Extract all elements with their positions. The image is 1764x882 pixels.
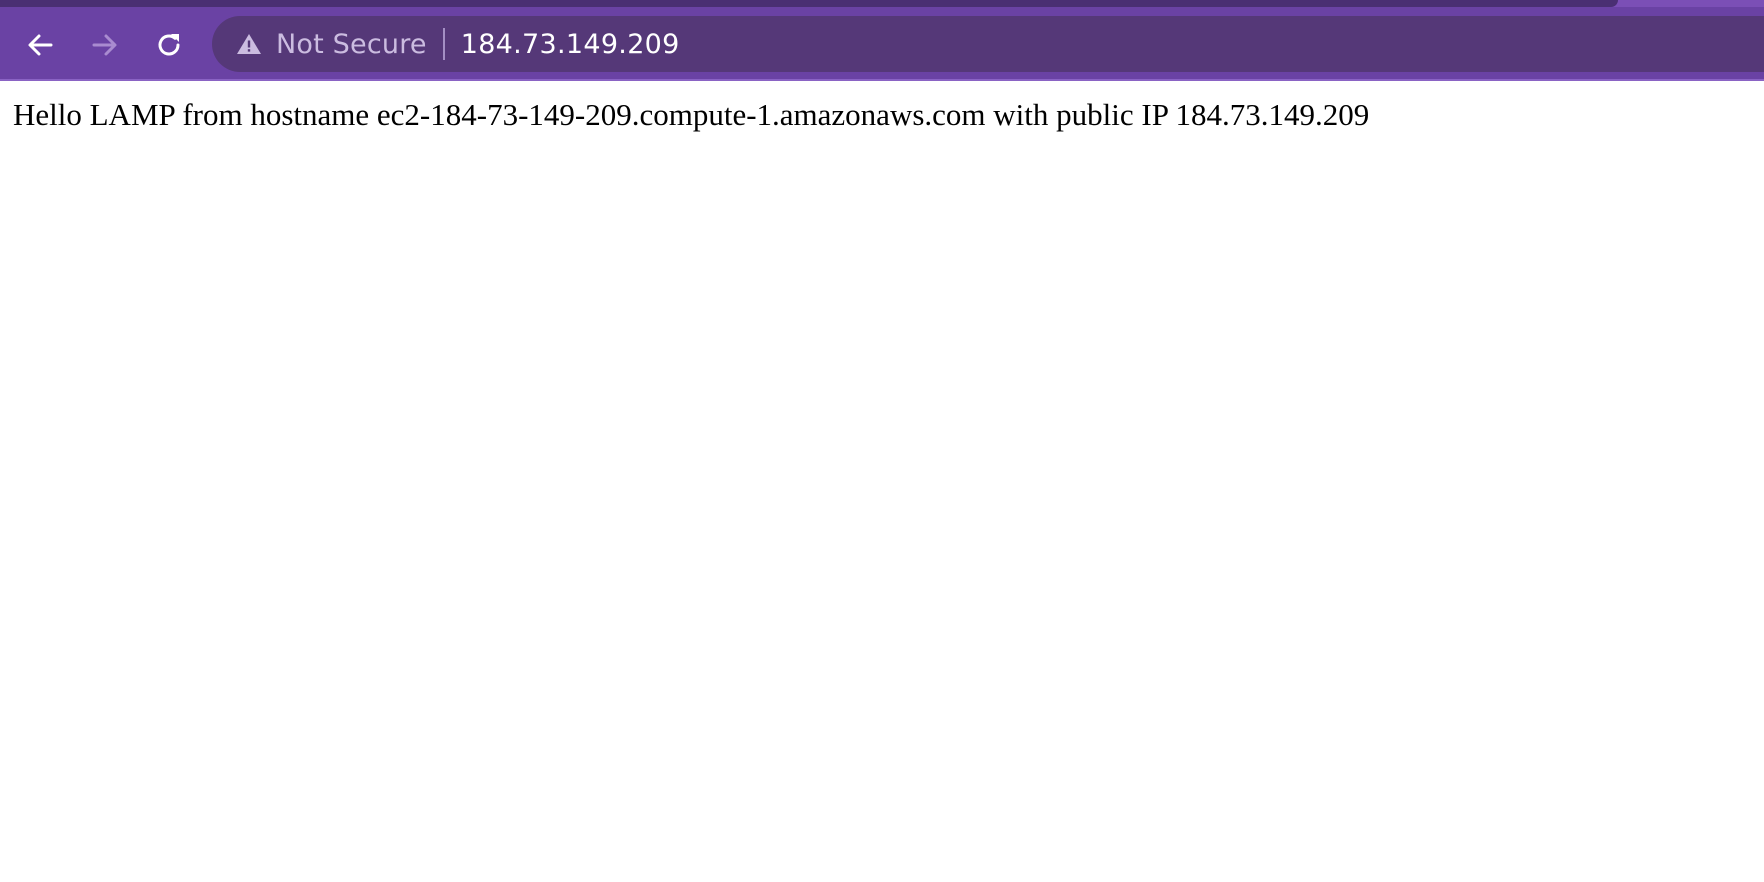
security-indicator[interactable]: Not Secure <box>236 16 427 72</box>
not-secure-label: Not Secure <box>276 28 427 60</box>
address-bar[interactable]: Not Secure 184.73.149.209 <box>212 16 1764 72</box>
browser-toolbar: Not Secure 184.73.149.209 <box>0 7 1764 81</box>
arrow-right-icon <box>92 34 117 56</box>
back-button[interactable] <box>20 25 60 65</box>
reload-button[interactable] <box>149 25 189 65</box>
forward-button[interactable] <box>85 25 125 65</box>
active-tab-edge[interactable] <box>0 0 1618 7</box>
page-content: Hello LAMP from hostname ec2-184-73-149-… <box>0 81 1764 882</box>
warning-triangle-icon <box>236 31 262 57</box>
reload-icon <box>158 34 180 56</box>
url-text[interactable]: 184.73.149.209 <box>461 29 680 60</box>
arrow-left-icon <box>28 34 53 56</box>
browser-window: Not Secure 184.73.149.209 Hello LAMP fro… <box>0 0 1764 882</box>
omnibox-divider <box>442 28 445 60</box>
hello-message: Hello LAMP from hostname ec2-184-73-149-… <box>13 97 1370 132</box>
